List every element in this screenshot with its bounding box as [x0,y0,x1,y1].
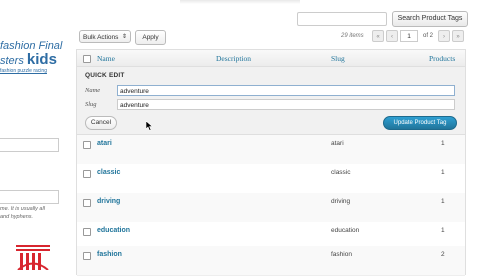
last-page-button[interactable]: » [452,30,464,42]
row-name-link[interactable]: driving [97,198,120,205]
row-count[interactable]: 1 [441,140,445,147]
quick-edit-title: QUICK EDIT [85,72,125,79]
row-checkbox[interactable] [83,252,91,260]
row-checkbox[interactable] [83,170,91,178]
row-name-link[interactable]: atari [97,140,112,147]
product-tags-table: Name Description Slug Products QUICK EDI… [76,49,466,276]
row-slug: fashion [331,251,352,258]
row-count[interactable]: 2 [441,251,445,258]
slug-hint: me. It is usually all and hyphens. [0,205,45,221]
top-divider [180,0,300,4]
tag-name-field[interactable] [0,138,59,152]
row-slug: education [331,227,360,234]
row-name-link[interactable]: education [97,227,130,234]
cancel-button[interactable]: Cancel [85,116,117,130]
current-page-input[interactable]: 1 [400,30,418,42]
row-checkbox[interactable] [83,141,91,149]
left-panel: fashion Final sters kids fashion puzzle … [0,0,68,270]
slug-hint-line2: and hyphens. [0,214,34,220]
row-name-link[interactable]: classic [97,169,120,176]
bulk-actions-select[interactable]: Bulk Actions ⇕ [79,30,131,43]
row-slug: driving [331,198,351,205]
brand-logo-icon [16,245,50,270]
name-label: Name [85,87,101,94]
table-row: driving driving 1 [77,193,465,223]
items-count: 29 items [341,33,364,39]
search-product-tags-button[interactable]: Search Product Tags [392,11,468,27]
table-header: Name Description Slug Products [77,50,465,67]
table-row: classic classic 1 [77,164,465,194]
table-row: atari atari 1 [77,135,465,165]
search-input[interactable] [297,12,387,26]
first-page-button[interactable]: « [372,30,384,42]
quick-edit-name-input[interactable]: adventure [117,85,455,96]
update-product-tag-button[interactable]: Update Product Tag [383,116,457,130]
select-all-checkbox[interactable] [83,55,91,63]
row-slug: atari [331,140,344,147]
row-checkbox[interactable] [83,199,91,207]
row-count[interactable]: 1 [441,169,445,176]
column-description[interactable]: Description [216,54,251,63]
next-page-button[interactable]: › [438,30,450,42]
bulk-actions-label: Bulk Actions [83,34,119,41]
select-arrows-icon: ⇕ [121,34,127,40]
column-products[interactable]: Products [429,54,455,63]
site-logo-kids: kids [26,51,57,68]
slug-label: Slug [85,101,97,108]
site-logo-line2: sters kids [0,51,57,68]
row-name-link[interactable]: fashion [97,251,122,258]
slug-hint-line1: me. It is usually all [0,206,45,212]
column-name[interactable]: Name [97,54,115,63]
tag-slug-field[interactable] [0,190,59,204]
prev-page-button[interactable]: ‹ [386,30,398,42]
table-row: fashion fashion 2 [77,246,465,276]
site-logo-sters: sters [0,55,24,67]
row-checkbox[interactable] [83,228,91,236]
row-count[interactable]: 1 [441,198,445,205]
column-slug[interactable]: Slug [331,54,345,63]
row-slug: classic [331,169,351,176]
total-pages: of 2 [423,33,434,39]
quick-edit-panel: QUICK EDIT Name adventure Slug adventure… [77,67,465,135]
row-count[interactable]: 1 [441,227,445,234]
category-links[interactable]: fashion puzzle racing [0,68,47,74]
mouse-cursor-icon [146,121,153,131]
quick-edit-slug-input[interactable]: adventure [117,99,455,110]
apply-button[interactable]: Apply [135,30,166,45]
